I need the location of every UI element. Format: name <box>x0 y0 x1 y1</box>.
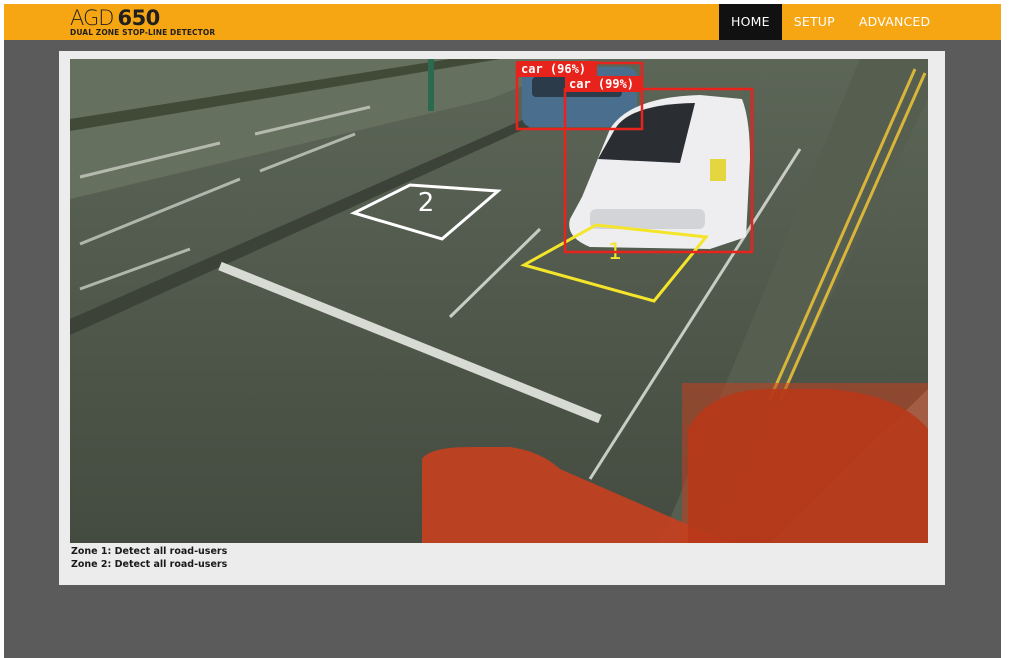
main-panel: 2 1 car (96%) car (99%) Zone 1: Detect a… <box>59 51 945 585</box>
main-nav: HOME SETUP ADVANCED <box>719 4 942 40</box>
lamp-pole <box>428 59 434 111</box>
nav-advanced[interactable]: ADVANCED <box>847 4 942 40</box>
zone-1-description: Zone 1: Detect all road-users <box>71 546 228 557</box>
zone-legend: Zone 1: Detect all road-users Zone 2: De… <box>71 545 227 571</box>
camera-feed: 2 1 car (96%) car (99%) <box>70 59 928 543</box>
app-window: AGD 650 DUAL ZONE STOP-LINE DETECTOR HOM… <box>4 4 1001 658</box>
zone-2-label: 2 <box>418 188 435 218</box>
brand-name: AGD <box>70 6 114 30</box>
camera-image: 2 1 car (96%) car (99%) <box>70 59 928 543</box>
brand-model: 650 <box>117 6 160 30</box>
detection-label-car-96: car (96%) <box>521 62 586 76</box>
zone-2-description: Zone 2: Detect all road-users <box>71 559 228 570</box>
nav-home[interactable]: HOME <box>719 4 782 40</box>
nav-setup[interactable]: SETUP <box>782 4 847 40</box>
brand-logo[interactable]: AGD 650 DUAL ZONE STOP-LINE DETECTOR <box>70 7 215 37</box>
brand-subtitle: DUAL ZONE STOP-LINE DETECTOR <box>70 28 216 37</box>
top-bar: AGD 650 DUAL ZONE STOP-LINE DETECTOR HOM… <box>4 4 1001 40</box>
detection-label-car-99: car (99%) <box>569 77 634 91</box>
